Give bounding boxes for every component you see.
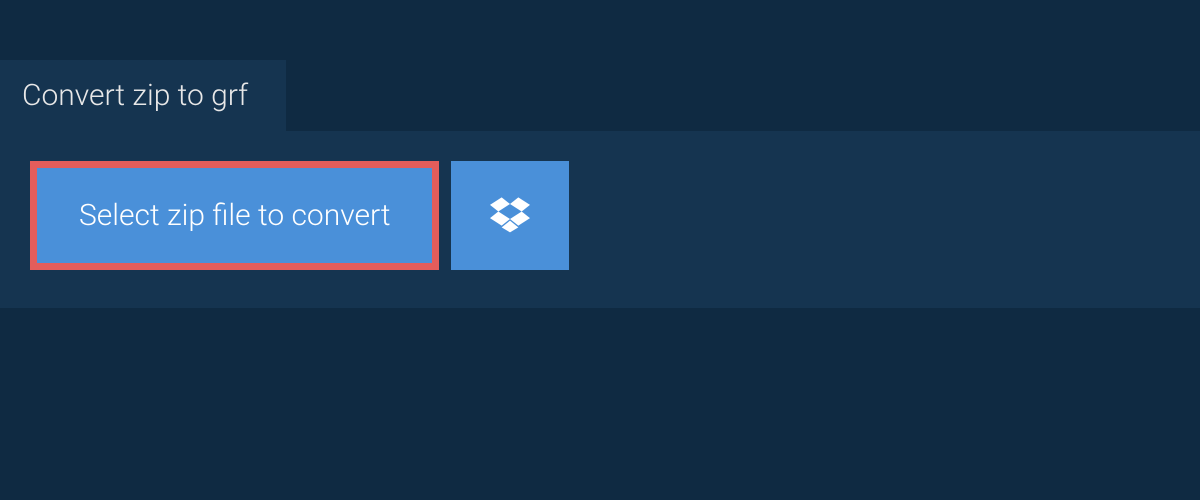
- dropbox-icon: [490, 194, 530, 237]
- tab-bar: Convert zip to grf: [0, 0, 1200, 131]
- tab-convert[interactable]: Convert zip to grf: [0, 60, 286, 131]
- select-file-button[interactable]: Select zip file to convert: [37, 168, 432, 263]
- select-file-highlight: Select zip file to convert: [30, 161, 439, 270]
- select-file-label: Select zip file to convert: [79, 198, 390, 233]
- conversion-panel: Select zip file to convert: [0, 131, 1200, 308]
- tab-label: Convert zip to grf: [22, 78, 248, 113]
- dropbox-button[interactable]: [451, 161, 569, 270]
